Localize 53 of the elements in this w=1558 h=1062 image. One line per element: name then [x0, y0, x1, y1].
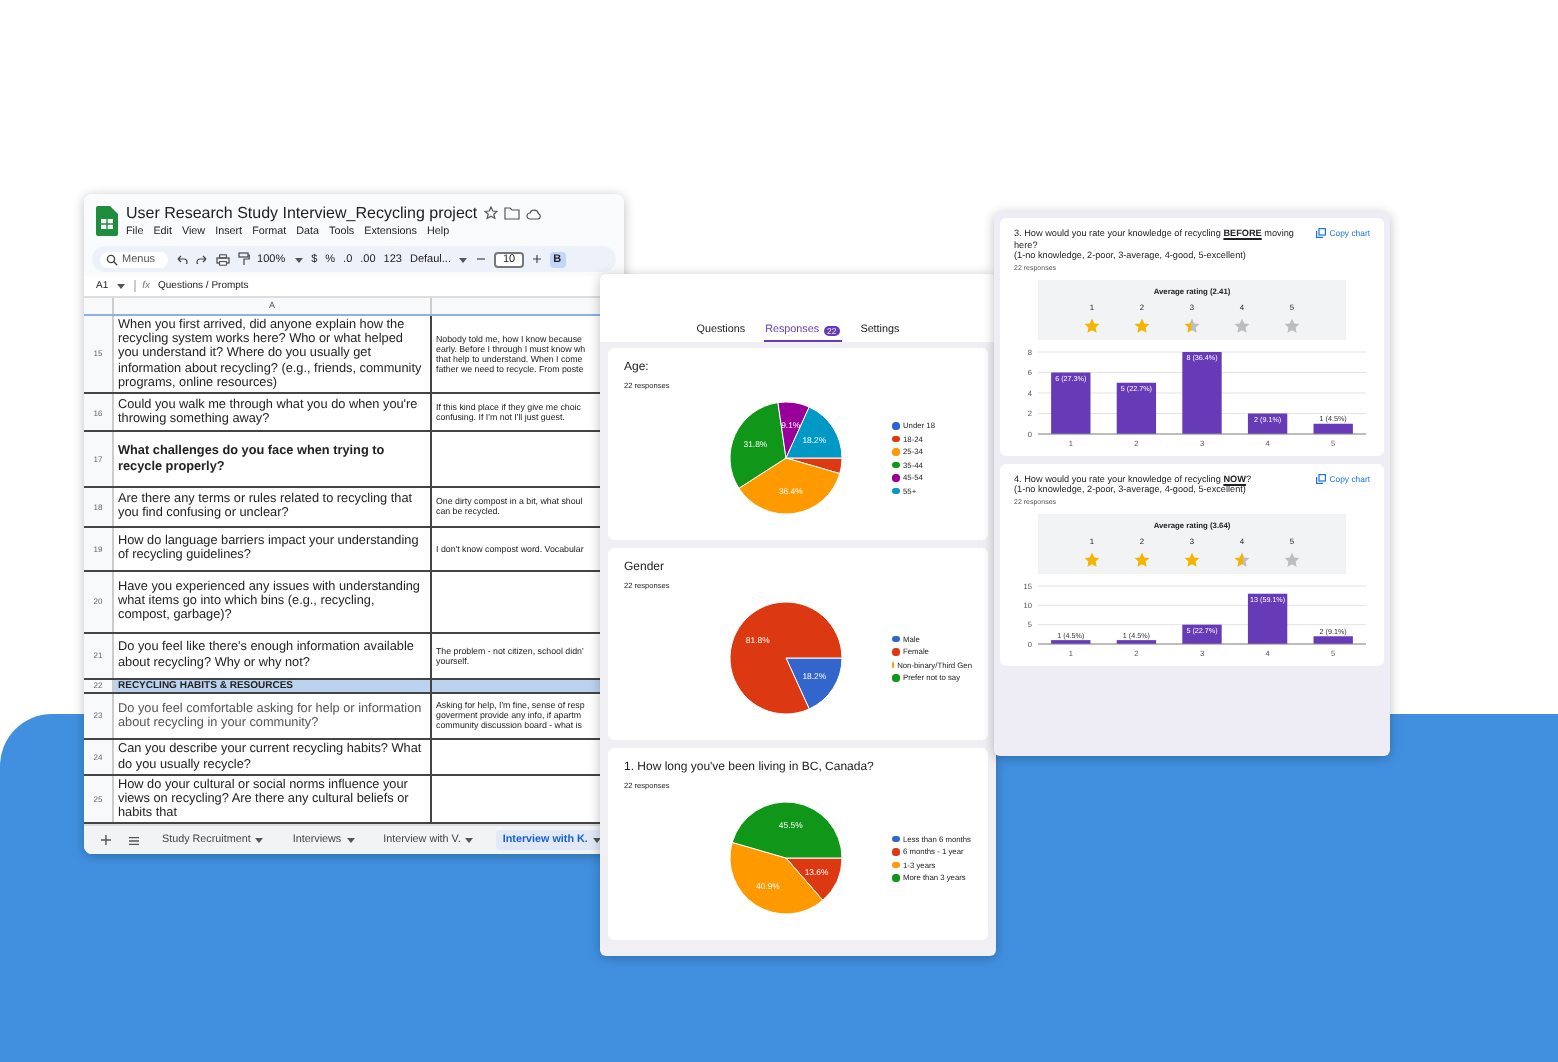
star-icon — [1084, 551, 1100, 568]
legend-dot — [892, 635, 899, 642]
caret-icon[interactable] — [464, 836, 475, 844]
menu-icon[interactable] — [128, 835, 140, 845]
legend-dot — [892, 487, 899, 494]
star-icon — [1284, 317, 1300, 334]
star-icon — [1084, 317, 1100, 334]
caret-icon[interactable] — [345, 836, 356, 844]
bar — [1051, 372, 1091, 434]
cloud-icon[interactable] — [525, 207, 542, 219]
caret-icon[interactable] — [293, 255, 304, 263]
paint-roller-icon[interactable] — [237, 252, 250, 266]
star-icon — [1234, 551, 1250, 568]
plus-icon[interactable] — [100, 834, 112, 846]
caret-icon[interactable] — [254, 836, 265, 844]
star-icon — [1134, 317, 1150, 334]
caret-icon[interactable] — [591, 836, 602, 844]
star-icon — [1184, 317, 1200, 334]
search-icon — [106, 253, 118, 265]
bar — [1313, 636, 1353, 644]
bar — [1247, 593, 1288, 644]
copy-icon — [1315, 228, 1326, 238]
legend-dot — [892, 848, 899, 855]
undo-icon[interactable] — [175, 254, 188, 264]
legend-dot — [892, 474, 899, 481]
legend-dot — [892, 461, 899, 468]
folder-icon[interactable] — [503, 206, 520, 220]
star-icon — [1134, 551, 1150, 568]
legend-dot — [892, 861, 899, 868]
star-icon — [1184, 551, 1200, 568]
star-icon[interactable] — [483, 206, 498, 220]
bar — [1116, 382, 1157, 434]
legend-dot — [892, 648, 899, 655]
legend-dot — [892, 874, 899, 881]
bar — [1247, 413, 1288, 434]
plus-icon[interactable] — [531, 254, 542, 264]
legend-dot — [892, 422, 899, 429]
legend-dot — [892, 435, 899, 442]
bar — [1182, 351, 1222, 434]
star-icon — [1284, 551, 1300, 568]
caret-icon[interactable] — [458, 255, 469, 263]
bar — [1313, 423, 1353, 434]
redo-icon[interactable] — [195, 254, 208, 264]
print-icon[interactable] — [215, 253, 230, 265]
star-icon — [1234, 317, 1250, 334]
legend-dot — [892, 835, 899, 842]
legend-dot — [892, 674, 899, 681]
caret-icon[interactable] — [116, 282, 127, 290]
spreadsheet-logo-icon — [96, 206, 118, 236]
legend-dot — [892, 448, 899, 455]
minus-icon[interactable] — [476, 254, 487, 264]
copy-icon — [1315, 473, 1326, 484]
document-title: User Research Study Interview_Recycling project — [126, 204, 478, 222]
